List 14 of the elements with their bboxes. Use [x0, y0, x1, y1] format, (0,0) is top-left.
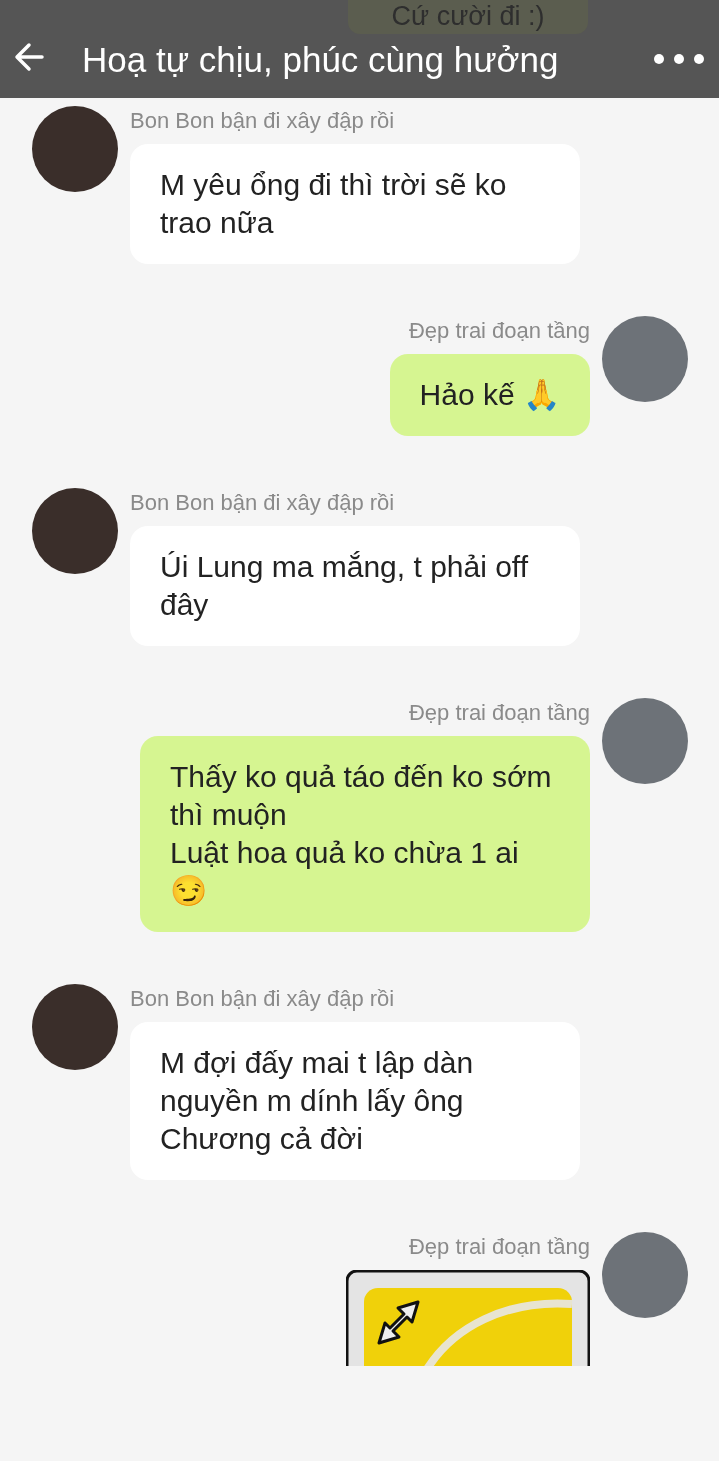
message-bubble: Thấy ko quả táo đến ko sớm thì muộn Luật hoa quả ko chừa 1 ai 😏: [140, 736, 590, 932]
sender-name: Đẹp trai đoạn tầng: [408, 1234, 590, 1260]
message-bubble: M đợi đấy mai t lập dàn nguyền m dính lấy ông Chương cả đời: [130, 1022, 580, 1180]
message-bubble: Úi Lung ma mắng, t phải off đây: [130, 526, 580, 646]
sender-name: Đẹp trai đoạn tầng: [408, 318, 590, 344]
message-bubble: Hảo kế 🙏: [389, 354, 590, 436]
more-options-icon[interactable]: [653, 53, 705, 65]
card-image-drawing[interactable]: [346, 1270, 590, 1366]
message-bubble: M yêu ổng đi thì trời sẽ ko trao nữa: [130, 144, 580, 264]
chat-title: Hoạ tự chịu, phúc cùng hưởng: [82, 40, 560, 80]
sender-name: Bon Bon bận đi xây đập rồi: [130, 986, 395, 1012]
sender-name: Đẹp trai đoạn tầng: [408, 700, 590, 726]
sender-name: Bon Bon bận đi xây đập rồi: [130, 490, 395, 516]
sender-name: Bon Bon bận đi xây đập rồi: [130, 108, 395, 134]
